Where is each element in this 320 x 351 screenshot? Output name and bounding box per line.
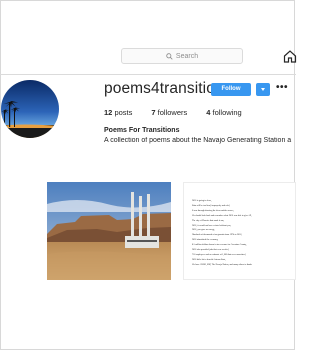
following-label: following bbox=[212, 108, 242, 117]
search-icon bbox=[166, 52, 173, 60]
profile-bio: A collection of poems about the Navajo G… bbox=[104, 137, 292, 144]
post-thumbnail-poem[interactable]: NGS is going to close, Rain will be too k… bbox=[183, 182, 296, 280]
search-input[interactable]: Search bbox=[121, 48, 243, 64]
posts-label: posts bbox=[114, 108, 133, 117]
more-options-icon[interactable]: ••• bbox=[276, 82, 288, 93]
search-placeholder: Search bbox=[175, 52, 199, 60]
following-count: 4 bbox=[206, 108, 211, 117]
followers-count: 7 bbox=[151, 108, 156, 117]
poem-text: NGS is going to close, Rain will be too k… bbox=[192, 199, 295, 268]
following-stat[interactable]: 4 following bbox=[206, 108, 241, 117]
follow-button[interactable]: Follow bbox=[211, 83, 251, 96]
avatar[interactable] bbox=[1, 80, 59, 138]
top-navigation-bar: Search bbox=[0, 38, 297, 75]
chevron-down-icon[interactable] bbox=[256, 83, 270, 96]
post-thumbnail-power-station[interactable] bbox=[47, 182, 171, 280]
posts-stat: 12 posts bbox=[104, 108, 132, 117]
followers-label: followers bbox=[157, 108, 188, 117]
followers-stat[interactable]: 7 followers bbox=[151, 108, 187, 117]
profile-full-name: Poems For Transitions bbox=[104, 127, 180, 134]
home-icon[interactable] bbox=[283, 49, 297, 63]
poem-line: We have COBE, SRP, The Navajo Nation, an… bbox=[192, 263, 253, 266]
profile-stats: 12 posts 7 followers 4 following bbox=[104, 108, 261, 117]
posts-count: 12 bbox=[104, 108, 113, 117]
